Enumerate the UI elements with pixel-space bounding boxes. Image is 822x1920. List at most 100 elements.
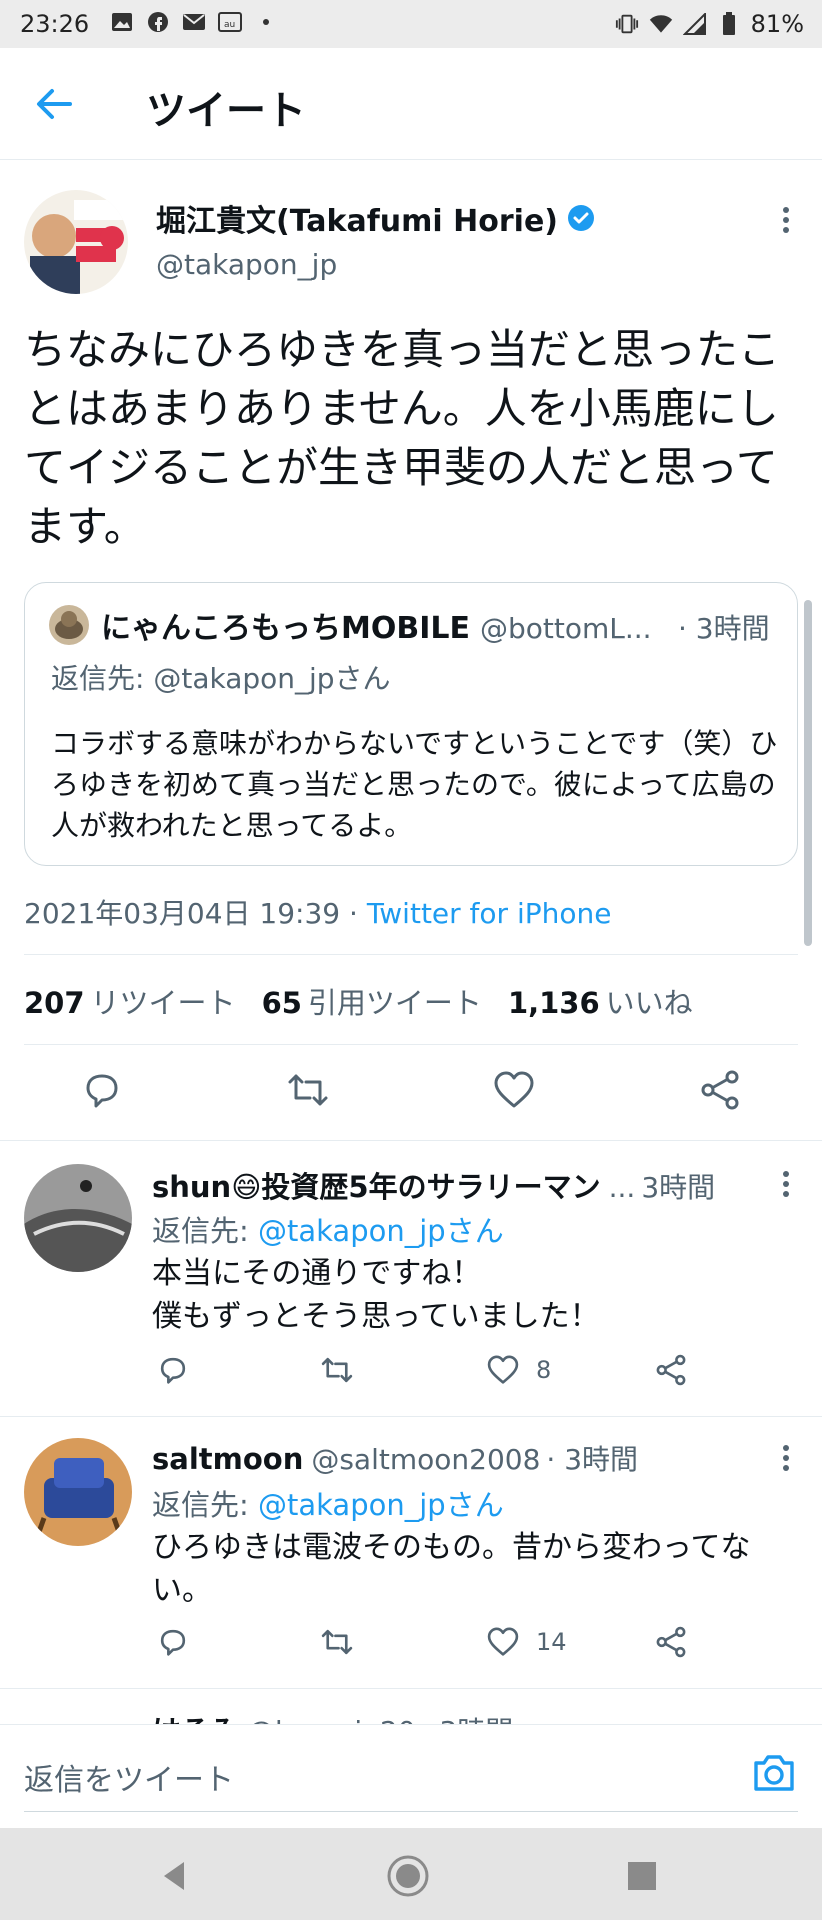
reply-to-prefix: 返信先: [152, 1488, 258, 1522]
retweet-button[interactable] [320, 1352, 354, 1388]
reply-item[interactable]: shun😄投資歴5年のサラリーマン ... 3時間 返信先: @takapon_… [0, 1140, 822, 1416]
signal-icon [682, 12, 707, 36]
more-options-button[interactable] [776, 200, 796, 240]
reply-name[interactable]: shun😄投資歴5年のサラリーマン [152, 1164, 601, 1206]
reply-input[interactable]: 返信をツイート [24, 1755, 234, 1799]
mail-icon [182, 10, 206, 34]
reply-compose-bar: 返信をツイート [0, 1724, 822, 1828]
home-circle-icon [387, 1855, 429, 1897]
vibrate-icon [615, 12, 639, 36]
reply-to-link[interactable]: @takapon_jpさん [258, 1214, 504, 1248]
reply-button[interactable] [156, 1352, 190, 1388]
share-button[interactable] [698, 1068, 742, 1112]
compose-underline [24, 1811, 798, 1812]
retweets-stat[interactable]: 207 リツイート [24, 980, 236, 1022]
reply-to-line: 返信先: @takapon_jpさん [152, 1482, 504, 1524]
quoted-time: · 3時間 [678, 612, 770, 645]
retweet-button[interactable] [286, 1068, 330, 1112]
more-vertical-icon [783, 207, 789, 233]
author-name-text: 堀江貴文(Takafumi Horie) [156, 204, 558, 239]
reply-to-prefix: 返信先: [152, 1214, 258, 1248]
triangle-back-icon [164, 1862, 184, 1890]
more-vertical-icon [783, 1445, 789, 1471]
reply-time: 3時間 [641, 1171, 716, 1204]
notification-icons: au [110, 10, 278, 34]
likes-stat[interactable]: 1,136 いいね [508, 980, 693, 1022]
quotes-stat[interactable]: 65 引用ツイート [262, 980, 482, 1022]
share-icon [656, 1354, 686, 1386]
nav-back-button[interactable] [152, 1854, 196, 1898]
like-button[interactable] [492, 1068, 536, 1112]
camera-button[interactable] [750, 1751, 798, 1795]
author-name[interactable]: 堀江貴文(Takafumi Horie) [156, 196, 596, 240]
reply-name[interactable]: はるみ [152, 1708, 239, 1724]
heart-icon [487, 1627, 519, 1656]
reply-icon [86, 1074, 118, 1108]
like-button[interactable]: 8 [486, 1352, 551, 1388]
reply-more-button[interactable] [776, 1440, 796, 1476]
reply-actions: 14 [152, 1624, 712, 1664]
page-title: ツイート [146, 88, 306, 134]
reply-more-button[interactable] [776, 1166, 796, 1202]
share-button[interactable] [654, 1352, 688, 1388]
reply-name[interactable]: saltmoon [152, 1442, 303, 1476]
like-count: 14 [536, 1628, 567, 1656]
back-arrow-icon [37, 89, 72, 119]
scrollbar[interactable] [804, 600, 812, 946]
nav-recents-button[interactable] [620, 1854, 664, 1898]
reply-button[interactable] [80, 1068, 124, 1112]
more-vertical-icon [783, 1171, 789, 1197]
facebook-icon [146, 10, 170, 34]
reply-button[interactable] [156, 1624, 190, 1660]
like-button[interactable]: 14 [486, 1624, 567, 1660]
reply-body-line: 本当にその通りですね！ [152, 1256, 482, 1291]
reply-handle: ... [608, 1171, 636, 1204]
nav-home-button[interactable] [386, 1854, 430, 1898]
reply-avatar[interactable] [24, 1438, 132, 1546]
reply-actions: 8 [152, 1352, 712, 1392]
tweet-stats: 207 リツイート 65 引用ツイート 1,136 いいね [24, 980, 693, 1022]
tweet-meta: 2021年03月04日 19:39 · Twitter for iPhone [24, 892, 611, 932]
system-nav-bar [0, 1828, 822, 1920]
meta-separator: · [340, 897, 367, 930]
camera-icon [754, 1755, 794, 1791]
reply-avatar[interactable] [24, 1164, 132, 1272]
reply-header: はるみ @haemin20 · 3時間 [152, 1708, 772, 1724]
reply-header: saltmoon @saltmoon2008 · 3時間 [152, 1438, 772, 1478]
quoted-body: コラボする意味がわからないですということです（笑）ひろゆきを初めて真っ当だと思っ… [51, 727, 778, 842]
reply-handle: @haemin20 [247, 1715, 416, 1724]
verified-badge-icon [568, 205, 594, 231]
share-icon [701, 1070, 739, 1110]
status-time: 23:26 [20, 10, 90, 38]
retweet-icon [321, 1629, 353, 1655]
square-recents-icon [628, 1862, 656, 1890]
reply-icon [160, 1629, 186, 1656]
retweet-icon [288, 1074, 328, 1106]
like-count: 8 [536, 1356, 552, 1384]
reply-body-line: ひろゆきは電波そのもの。昔から変わってない。 [152, 1530, 751, 1608]
au-icon: au [218, 10, 242, 34]
heart-icon [494, 1071, 534, 1108]
quoted-tweet[interactable]: にゃんころもっちMOBILE @bottomL... · 3時間 返信先: @t… [24, 582, 798, 866]
reply-avatar[interactable] [24, 1710, 132, 1724]
reply-body: ひろゆきは電波そのもの。昔から変わってない。 [152, 1526, 792, 1612]
reply-icon [160, 1357, 186, 1384]
system-indicators: 81% [615, 10, 804, 38]
back-button[interactable] [30, 80, 78, 128]
reply-item[interactable]: saltmoon @saltmoon2008 · 3時間 返信先: @takap… [0, 1416, 822, 1688]
dot-icon [254, 10, 278, 34]
image-icon [110, 10, 134, 34]
heart-icon [487, 1355, 519, 1384]
tweet-text: ちなみにひろゆきを真っ当だと思ったことはあまりありません。人を小馬鹿にしてイジる… [24, 325, 781, 551]
divider [24, 1044, 798, 1045]
author-handle[interactable]: @takapon_jp [156, 248, 337, 281]
reply-item[interactable]: はるみ @haemin20 · 3時間 [0, 1688, 822, 1724]
battery-icon [717, 12, 741, 36]
battery-level: 81% [750, 10, 804, 38]
author-avatar[interactable] [24, 190, 128, 294]
reply-to-link[interactable]: @takapon_jpさん [258, 1488, 504, 1522]
share-button[interactable] [654, 1624, 688, 1660]
tweet-source-link[interactable]: Twitter for iPhone [367, 897, 612, 930]
retweet-button[interactable] [320, 1624, 354, 1660]
main-tweet-header: 堀江貴文(Takafumi Horie) @takapon_jp [0, 160, 822, 310]
